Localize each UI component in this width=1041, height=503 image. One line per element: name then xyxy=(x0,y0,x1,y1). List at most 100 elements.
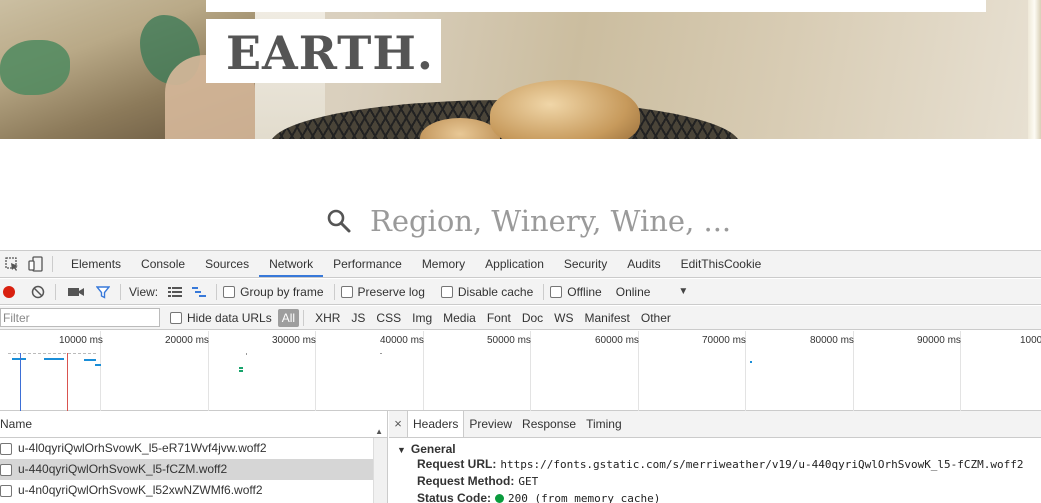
site-logo-text: EARTH. xyxy=(226,26,434,80)
request-row[interactable]: u-4n0qyriQwlOrhSvowK_l52xwNZWMf6.woff2 xyxy=(0,480,387,501)
request-detail: × Headers Preview Response Timing ▼ Gener… xyxy=(389,410,1041,503)
search-icon[interactable] xyxy=(326,208,352,234)
waterfall-icon[interactable] xyxy=(192,286,207,298)
large-rows-icon[interactable] xyxy=(168,286,183,298)
hide-data-urls-checkbox[interactable]: Hide data URLs xyxy=(170,311,272,325)
request-list-scrollbar[interactable] xyxy=(373,438,387,503)
general-section-title: General xyxy=(410,442,456,456)
offline-checkbox[interactable]: Offline xyxy=(550,284,602,299)
filter-type-font[interactable]: Font xyxy=(483,311,515,325)
filter-icon[interactable] xyxy=(96,285,110,299)
close-icon[interactable]: × xyxy=(389,411,407,437)
timeline-request-bar xyxy=(246,353,247,355)
site-logo[interactable]: EARTH. xyxy=(206,19,441,83)
column-name-header[interactable]: Name xyxy=(0,417,32,431)
tab-elements[interactable]: Elements xyxy=(61,251,131,277)
checkbox-box[interactable] xyxy=(340,285,353,298)
filter-type-xhr[interactable]: XHR xyxy=(311,311,344,325)
disable-cache-checkbox[interactable]: Disable cache xyxy=(440,284,534,299)
tab-console[interactable]: Console xyxy=(131,251,195,277)
file-icon xyxy=(0,463,12,476)
checkbox-box[interactable] xyxy=(550,285,563,298)
file-icon xyxy=(0,442,12,455)
timeline-tick: 10000 ms xyxy=(59,331,103,411)
general-section-toggle[interactable]: ▼ General xyxy=(397,442,1041,456)
tab-application[interactable]: Application xyxy=(475,251,554,277)
request-list: Name ▲ u-4l0qyriQwlOrhSvowK_l5-eR71Wvf4j… xyxy=(0,411,388,503)
tab-timing[interactable]: Timing xyxy=(581,411,627,437)
timeline-tick-label: 30000 ms xyxy=(272,335,316,346)
timeline-tick-label: 70000 ms xyxy=(702,335,746,346)
request-name: u-4l0qyriQwlOrhSvowK_l5-eR71Wvf4jvw.woff… xyxy=(18,441,267,455)
disable-cache-label: Disable cache xyxy=(457,284,534,299)
header-request-method: Request Method: GET xyxy=(417,473,1041,490)
filter-type-doc[interactable]: Doc xyxy=(518,311,547,325)
timeline-tick-label: 10000 ms xyxy=(59,335,103,346)
tab-editthiscookie[interactable]: EditThisCookie xyxy=(671,251,772,277)
timeline-tick: 90000 ms xyxy=(917,331,961,411)
header-value: 200 (from memory cache) xyxy=(508,492,661,503)
tab-memory[interactable]: Memory xyxy=(412,251,475,277)
timeline-request-bar xyxy=(239,370,243,372)
timeline-request-bar xyxy=(44,358,64,360)
devtools-panel: Elements Console Sources Network Perform… xyxy=(0,250,1041,503)
timeline-tick: 40000 ms xyxy=(380,331,424,411)
filter-type-all[interactable]: All xyxy=(277,308,300,327)
filter-type-js[interactable]: JS xyxy=(347,311,369,325)
tab-performance[interactable]: Performance xyxy=(323,251,412,277)
header-key: Request Method: xyxy=(417,474,515,488)
tab-headers[interactable]: Headers xyxy=(407,410,465,437)
timeline-request-bar xyxy=(84,359,96,361)
tab-security[interactable]: Security xyxy=(554,251,617,277)
request-list-header[interactable]: Name ▲ xyxy=(0,411,387,438)
hero-image xyxy=(0,0,1041,139)
network-overview-timeline[interactable]: 10000 ms 20000 ms 30000 ms 40000 ms 5000… xyxy=(0,331,1041,411)
request-name: u-440qyriQwlOrhSvowK_l5-fCZM.woff2 xyxy=(18,462,228,476)
timeline-tick-label: 60000 ms xyxy=(595,335,639,346)
timeline-request-bar xyxy=(239,367,243,369)
dom-content-loaded-marker xyxy=(20,353,21,411)
device-toolbar-icon[interactable] xyxy=(28,256,44,272)
timeline-tick-label: 50000 ms xyxy=(487,335,531,346)
preserve-log-checkbox[interactable]: Preserve log xyxy=(340,284,425,299)
throttling-select[interactable]: Online xyxy=(616,285,651,299)
tab-network[interactable]: Network xyxy=(259,251,324,277)
filter-type-other[interactable]: Other xyxy=(637,311,675,325)
checkbox-box[interactable] xyxy=(223,285,236,298)
timeline-tick-label: 80000 ms xyxy=(810,335,854,346)
clear-icon[interactable] xyxy=(31,285,45,299)
filter-type-media[interactable]: Media xyxy=(439,311,480,325)
timeline-request-bar xyxy=(8,353,98,354)
timeline-request-bar xyxy=(12,358,26,360)
group-by-frame-checkbox[interactable]: Group by frame xyxy=(223,285,324,299)
site-search-input[interactable] xyxy=(370,204,790,238)
toolbar-separator xyxy=(120,283,121,300)
record-button[interactable] xyxy=(3,285,15,298)
tab-audits[interactable]: Audits xyxy=(617,251,670,277)
chevron-down-icon[interactable]: ▼ xyxy=(678,286,688,297)
checkbox-box[interactable] xyxy=(170,311,182,324)
tab-preview[interactable]: Preview xyxy=(464,411,517,437)
camera-icon[interactable] xyxy=(68,286,84,298)
timeline-tick: 70000 ms xyxy=(702,331,746,411)
filter-type-css[interactable]: CSS xyxy=(372,311,405,325)
timeline-tick: 50000 ms xyxy=(487,331,531,411)
header-status-code: Status Code: 200 (from memory cache) xyxy=(417,490,1041,503)
filter-type-manifest[interactable]: Manifest xyxy=(581,311,634,325)
tab-response[interactable]: Response xyxy=(517,411,581,437)
tab-sources[interactable]: Sources xyxy=(195,251,259,277)
checkbox-box[interactable] xyxy=(440,285,453,298)
network-controls: View: Group by frame Preserve log Disabl… xyxy=(0,279,1041,305)
filter-input[interactable] xyxy=(0,308,160,327)
toolbar-separator xyxy=(333,283,335,300)
preserve-log-label: Preserve log xyxy=(357,284,425,299)
request-row[interactable]: u-4l0qyriQwlOrhSvowK_l5-eR71Wvf4jvw.woff… xyxy=(0,438,387,459)
offline-label: Offline xyxy=(567,284,602,299)
request-row[interactable]: u-440qyriQwlOrhSvowK_l5-fCZM.woff2 xyxy=(0,459,387,480)
header-value: https://fonts.gstatic.com/s/merriweather… xyxy=(500,458,1024,471)
site-topbar xyxy=(206,0,986,12)
filter-type-ws[interactable]: WS xyxy=(550,311,577,325)
inspect-element-icon[interactable] xyxy=(4,256,20,272)
timeline-tick: 60000 ms xyxy=(595,331,639,411)
filter-type-img[interactable]: Img xyxy=(408,311,436,325)
